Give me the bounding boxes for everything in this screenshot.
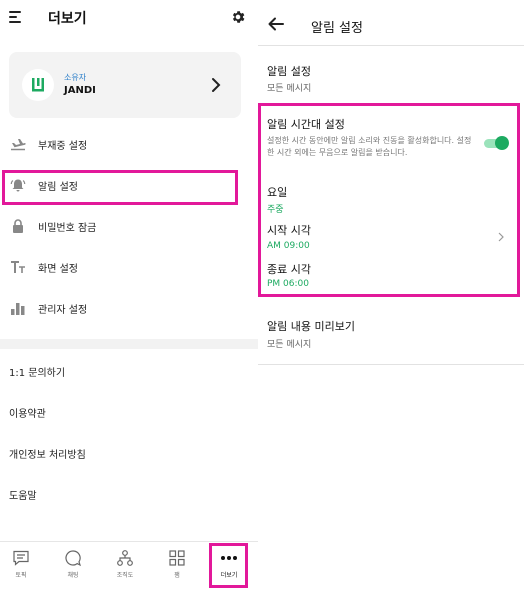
profile-name: JANDI: [64, 85, 96, 96]
more-screen: 더보기 소유자 JANDI 부재중 설정 알림 설정 비밀번호 잠금 화면 설정…: [0, 0, 258, 593]
profile-role: 소유자: [64, 73, 87, 82]
info-item-help[interactable]: 도움말: [9, 487, 37, 502]
jandi-logo: [22, 69, 54, 101]
list-divider: [258, 364, 524, 365]
lock-icon: [13, 219, 23, 233]
airplane-icon: [11, 139, 26, 151]
menu-item-label: 화면 설정: [38, 264, 78, 275]
highlight-box: [258, 103, 520, 297]
menu-item-label: 관리자 설정: [38, 305, 88, 316]
tab-label: 토픽: [15, 572, 27, 579]
highlight-box: [209, 543, 248, 588]
page-title: 알림 설정: [311, 21, 363, 36]
notification-header: 알림 설정: [258, 0, 524, 46]
menu-item-away[interactable]: 부재중 설정: [0, 124, 258, 164]
org-chart-icon: [117, 550, 133, 566]
menu-item-display[interactable]: 화면 설정: [0, 247, 258, 287]
info-item-privacy[interactable]: 개인정보 처리방침: [9, 446, 86, 461]
tab-label: 잼: [174, 572, 180, 579]
gear-icon[interactable]: [230, 9, 246, 25]
chevron-right-icon: [212, 78, 221, 92]
info-item-inquiry[interactable]: 1:1 문의하기: [9, 364, 65, 379]
highlight-box: [2, 170, 238, 205]
back-arrow-icon[interactable]: [268, 17, 284, 31]
page-title: 더보기: [48, 11, 87, 27]
bar-chart-icon: [11, 303, 25, 315]
section-divider: [0, 339, 258, 349]
tab-org-chart[interactable]: 조직도: [105, 542, 145, 592]
menu-item-label: 비밀번호 잠금: [38, 223, 97, 234]
menu-item-label: 부재중 설정: [38, 141, 88, 152]
notification-settings-screen: 알림 설정 알림 설정 모든 메시지 알림 시간대 설정 설정한 시간 동안에만…: [258, 0, 524, 593]
preview-title[interactable]: 알림 내용 미리보기: [267, 318, 355, 334]
profile-card[interactable]: 소유자 JANDI: [9, 52, 241, 118]
info-item-terms[interactable]: 이용약관: [9, 405, 46, 420]
notification-setting-title[interactable]: 알림 설정: [267, 63, 311, 79]
chat-list-icon: [13, 550, 29, 566]
tab-topic[interactable]: 토픽: [1, 542, 41, 592]
tab-jam[interactable]: 잼: [157, 542, 197, 592]
tab-label: 조직도: [116, 572, 134, 579]
tab-label: 채팅: [67, 572, 79, 579]
preview-value: 모든 메시지: [267, 340, 312, 350]
menu-item-passcode[interactable]: 비밀번호 잠금: [0, 206, 258, 246]
chat-bubble-icon: [65, 550, 81, 567]
menu-item-admin[interactable]: 관리자 설정: [0, 288, 258, 328]
tab-chat[interactable]: 채팅: [53, 542, 93, 592]
more-header: 더보기: [0, 0, 258, 38]
text-size-icon: [11, 261, 25, 273]
grid-icon: [169, 550, 185, 566]
menu-icon[interactable]: [9, 11, 23, 24]
notification-setting-value: 모든 메시지: [267, 84, 312, 94]
